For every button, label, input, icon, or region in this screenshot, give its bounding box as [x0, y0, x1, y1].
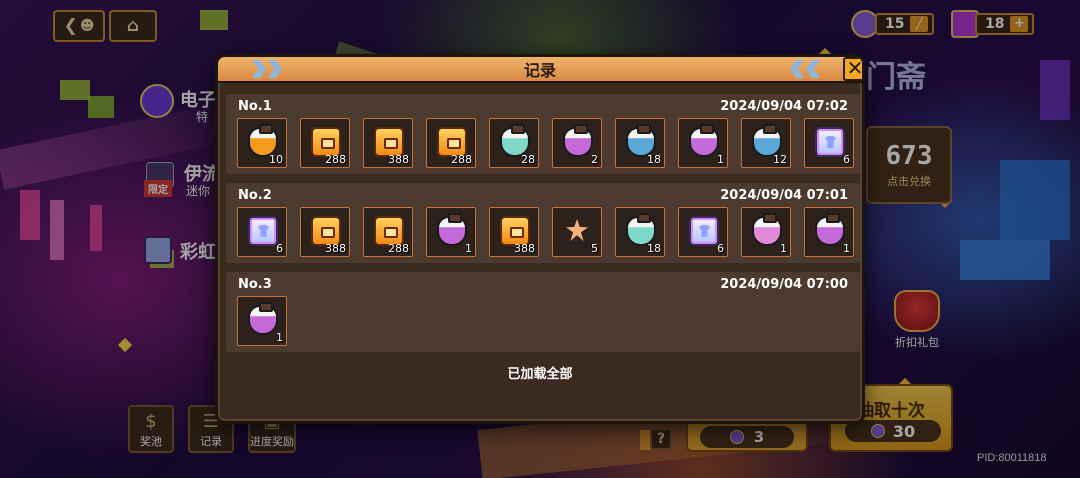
item-slot[interactable]: 1 [426, 207, 476, 257]
item-quantity: 288 [388, 242, 409, 255]
record-number: No.1 [238, 99, 272, 114]
item-slot[interactable]: 288 [300, 118, 350, 168]
close-icon: ✕ [846, 56, 864, 80]
item-slot[interactable]: 288 [363, 207, 413, 257]
close-button[interactable]: ✕ [843, 56, 864, 81]
item-slot[interactable]: 6 [804, 118, 854, 168]
item-quantity: 18 [647, 153, 661, 166]
item-slot[interactable]: 388 [489, 207, 539, 257]
record-number: No.3 [238, 277, 272, 292]
item-slot[interactable]: 388 [300, 207, 350, 257]
item-quantity: 388 [388, 153, 409, 166]
item-quantity: 6 [276, 242, 283, 255]
record-items: 6 388 288 1 388 5 18 6 1 1 [237, 207, 854, 257]
potion-icon [815, 213, 845, 246]
item-quantity: 288 [451, 153, 472, 166]
item-slot[interactable]: 6 [678, 207, 728, 257]
item-quantity: 10 [269, 153, 283, 166]
item-quantity: 2 [591, 153, 598, 166]
item-slot[interactable]: 28 [489, 118, 539, 168]
item-slot[interactable]: 2 [552, 118, 602, 168]
potion-icon [752, 213, 782, 246]
item-quantity: 388 [514, 242, 535, 255]
item-quantity: 388 [325, 242, 346, 255]
item-quantity: 1 [780, 242, 787, 255]
shirt-icon [248, 216, 278, 246]
item-quantity: 1 [276, 331, 283, 344]
item-quantity: 18 [647, 242, 661, 255]
all-loaded-text: 已加载全部 [507, 367, 573, 382]
dialog-title: 记录 [523, 61, 556, 80]
item-quantity: 6 [843, 153, 850, 166]
record-items: 1 [237, 296, 287, 346]
item-quantity: 1 [717, 153, 724, 166]
record-dialog: 记录 ✕ No.1 2024/09/04 07:02 10 288 388 288 28… [215, 54, 865, 424]
item-slot[interactable]: 288 [426, 118, 476, 168]
record-number: No.2 [238, 188, 272, 203]
item-quantity: 28 [521, 153, 535, 166]
record-entry: No.3 2024/09/04 07:00 1 [226, 272, 860, 352]
chevron-right-icon [252, 60, 282, 78]
item-slot[interactable]: 18 [615, 118, 665, 168]
potion-icon [248, 302, 278, 335]
potion-icon [437, 213, 467, 246]
potion-icon [689, 124, 719, 157]
item-quantity: 5 [591, 242, 598, 255]
record-entry: No.1 2024/09/04 07:02 10 288 388 288 28 2 18 1 1… [226, 94, 860, 174]
record-time: 2024/09/04 07:00 [720, 277, 848, 292]
chevron-left-icon [790, 60, 820, 78]
item-quantity: 1 [843, 242, 850, 255]
item-slot[interactable]: 388 [363, 118, 413, 168]
item-slot[interactable]: 6 [237, 207, 287, 257]
record-time: 2024/09/04 07:02 [720, 99, 848, 114]
item-slot[interactable]: 12 [741, 118, 791, 168]
item-slot[interactable]: 1 [678, 118, 728, 168]
shirt-icon [815, 127, 845, 157]
item-slot[interactable]: 5 [552, 207, 602, 257]
item-slot[interactable]: 1 [741, 207, 791, 257]
star-icon [563, 216, 593, 246]
record-items: 10 288 388 288 28 2 18 1 12 6 [237, 118, 854, 168]
potion-icon [563, 124, 593, 157]
item-slot[interactable]: 1 [237, 296, 287, 346]
item-quantity: 288 [325, 153, 346, 166]
item-quantity: 1 [465, 242, 472, 255]
item-quantity: 6 [717, 242, 724, 255]
item-slot[interactable]: 18 [615, 207, 665, 257]
dialog-header: 记录 [218, 57, 862, 83]
record-time: 2024/09/04 07:01 [720, 188, 848, 203]
item-slot[interactable]: 10 [237, 118, 287, 168]
shirt-icon [689, 216, 719, 246]
item-quantity: 12 [773, 153, 787, 166]
record-entry: No.2 2024/09/04 07:01 6 388 288 1 388 5 18 6 1 1 [226, 183, 860, 263]
item-slot[interactable]: 1 [804, 207, 854, 257]
